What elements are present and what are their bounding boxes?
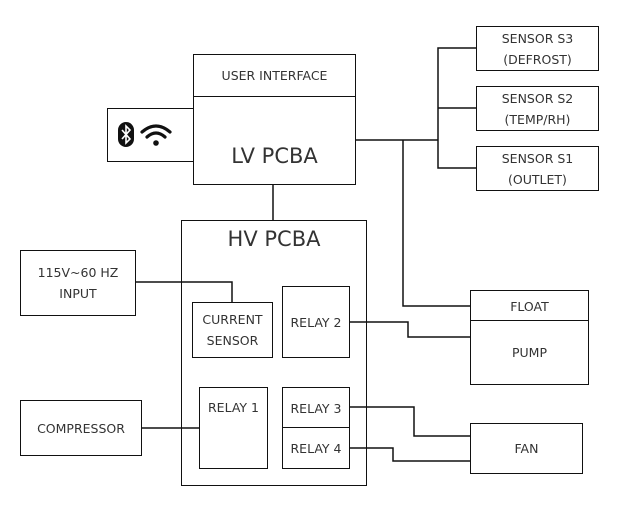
fan-block: FAN [470,423,583,474]
sensor-s1-block: SENSOR S1 (OUTLET) [476,146,599,191]
relay2-block: RELAY 2 [282,286,350,358]
power-input-block: 115V~60 HZ INPUT [20,250,136,316]
sensor-s3-name: SENSOR S3 [501,30,574,46]
relay4-label: RELAY 4 [290,440,342,456]
pump-label: PUMP [511,345,547,360]
power-input-line1: 115V~60 HZ [37,265,119,280]
pump-block: PUMP [470,320,589,385]
fan-label: FAN [514,441,539,456]
wireless-block [107,108,194,162]
compressor-label: COMPRESSOR [37,420,125,436]
float-block: FLOAT [470,290,589,322]
current-sensor-line2: SENSOR [206,333,259,348]
sensor-s1-name: SENSOR S1 [501,150,574,166]
relay1-label: RELAY 1 [208,400,259,415]
relay1-block: RELAY 1 [199,387,268,469]
relay4-block: RELAY 4 [282,427,350,469]
user-interface-block: USER INTERFACE [193,54,356,97]
sensor-s1-sub: (OUTLET) [508,171,567,187]
current-sensor-block: CURRENT SENSOR [192,302,273,358]
wifi-icon [140,124,172,146]
sensor-s2-name: SENSOR S2 [501,90,574,106]
float-label: FLOAT [510,298,549,314]
wire-relay2-pump [349,321,470,338]
sensor-s3-sub: (DEFROST) [503,51,572,67]
wire-float [402,140,470,307]
relay3-block: RELAY 3 [282,387,350,429]
relay3-label: RELAY 3 [290,400,342,416]
hv-pcba-label: HV PCBA [227,227,321,251]
power-input-line2: INPUT [59,286,97,301]
bluetooth-icon [118,122,134,147]
relay2-label: RELAY 2 [290,314,342,330]
user-interface-label: USER INTERFACE [221,68,328,83]
sensor-s2-block: SENSOR S2 (TEMP/RH) [476,86,599,131]
compressor-block: COMPRESSOR [20,400,142,456]
lv-pcba-label: LV PCBA [231,144,318,168]
wire-relay4-fan [349,447,470,462]
current-sensor-line1: CURRENT [202,312,263,327]
sensor-s3-block: SENSOR S3 (DEFROST) [476,26,599,71]
wire-relay3-fan [349,406,470,437]
sensor-s2-sub: (TEMP/RH) [504,111,571,127]
